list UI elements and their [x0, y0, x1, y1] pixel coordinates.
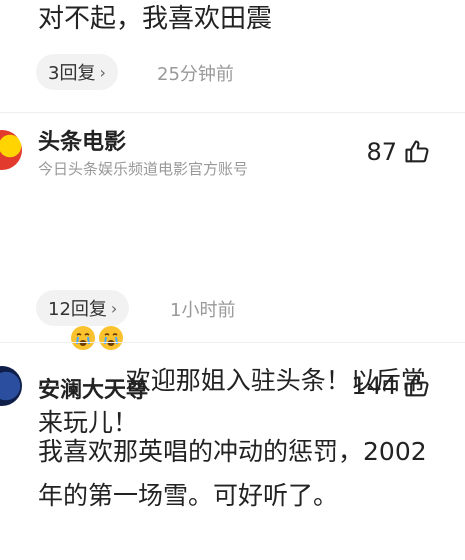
comment-text: 对不起，我喜欢田震: [38, 4, 273, 34]
like-count: 87: [366, 138, 397, 166]
chevron-right-icon: ›: [99, 62, 106, 82]
comment-time: 1小时前: [170, 300, 236, 321]
replies-label: 3回复: [48, 63, 96, 84]
divider: [0, 112, 465, 113]
comment-text: 我喜欢那英唱的冲动的惩罚，2002年的第一场雪。可好听了。: [38, 437, 427, 510]
thumbs-up-icon: [405, 140, 429, 163]
avatar[interactable]: [0, 366, 22, 406]
author-name[interactable]: 头条电影: [38, 124, 126, 156]
divider: [0, 342, 465, 343]
chevron-right-icon: ›: [110, 298, 118, 318]
avatar[interactable]: [0, 130, 22, 170]
author-subtitle: 今日头条娱乐频道电影官方账号: [38, 160, 249, 178]
comment-time: 25分钟前: [157, 64, 234, 85]
crying-emoji-icon: [98, 238, 124, 350]
like-count: 144: [351, 372, 397, 400]
crying-emoji-icon: [70, 238, 96, 350]
author-name[interactable]: 安澜大天尊: [38, 372, 148, 404]
replies-button[interactable]: 3回复 ›: [36, 54, 118, 90]
like-button[interactable]: 144: [351, 372, 431, 400]
like-button[interactable]: 87: [366, 138, 431, 166]
replies-button[interactable]: 12回复 ›: [36, 290, 130, 326]
thumbs-up-icon: [405, 374, 429, 397]
replies-label: 12回复: [48, 299, 107, 320]
